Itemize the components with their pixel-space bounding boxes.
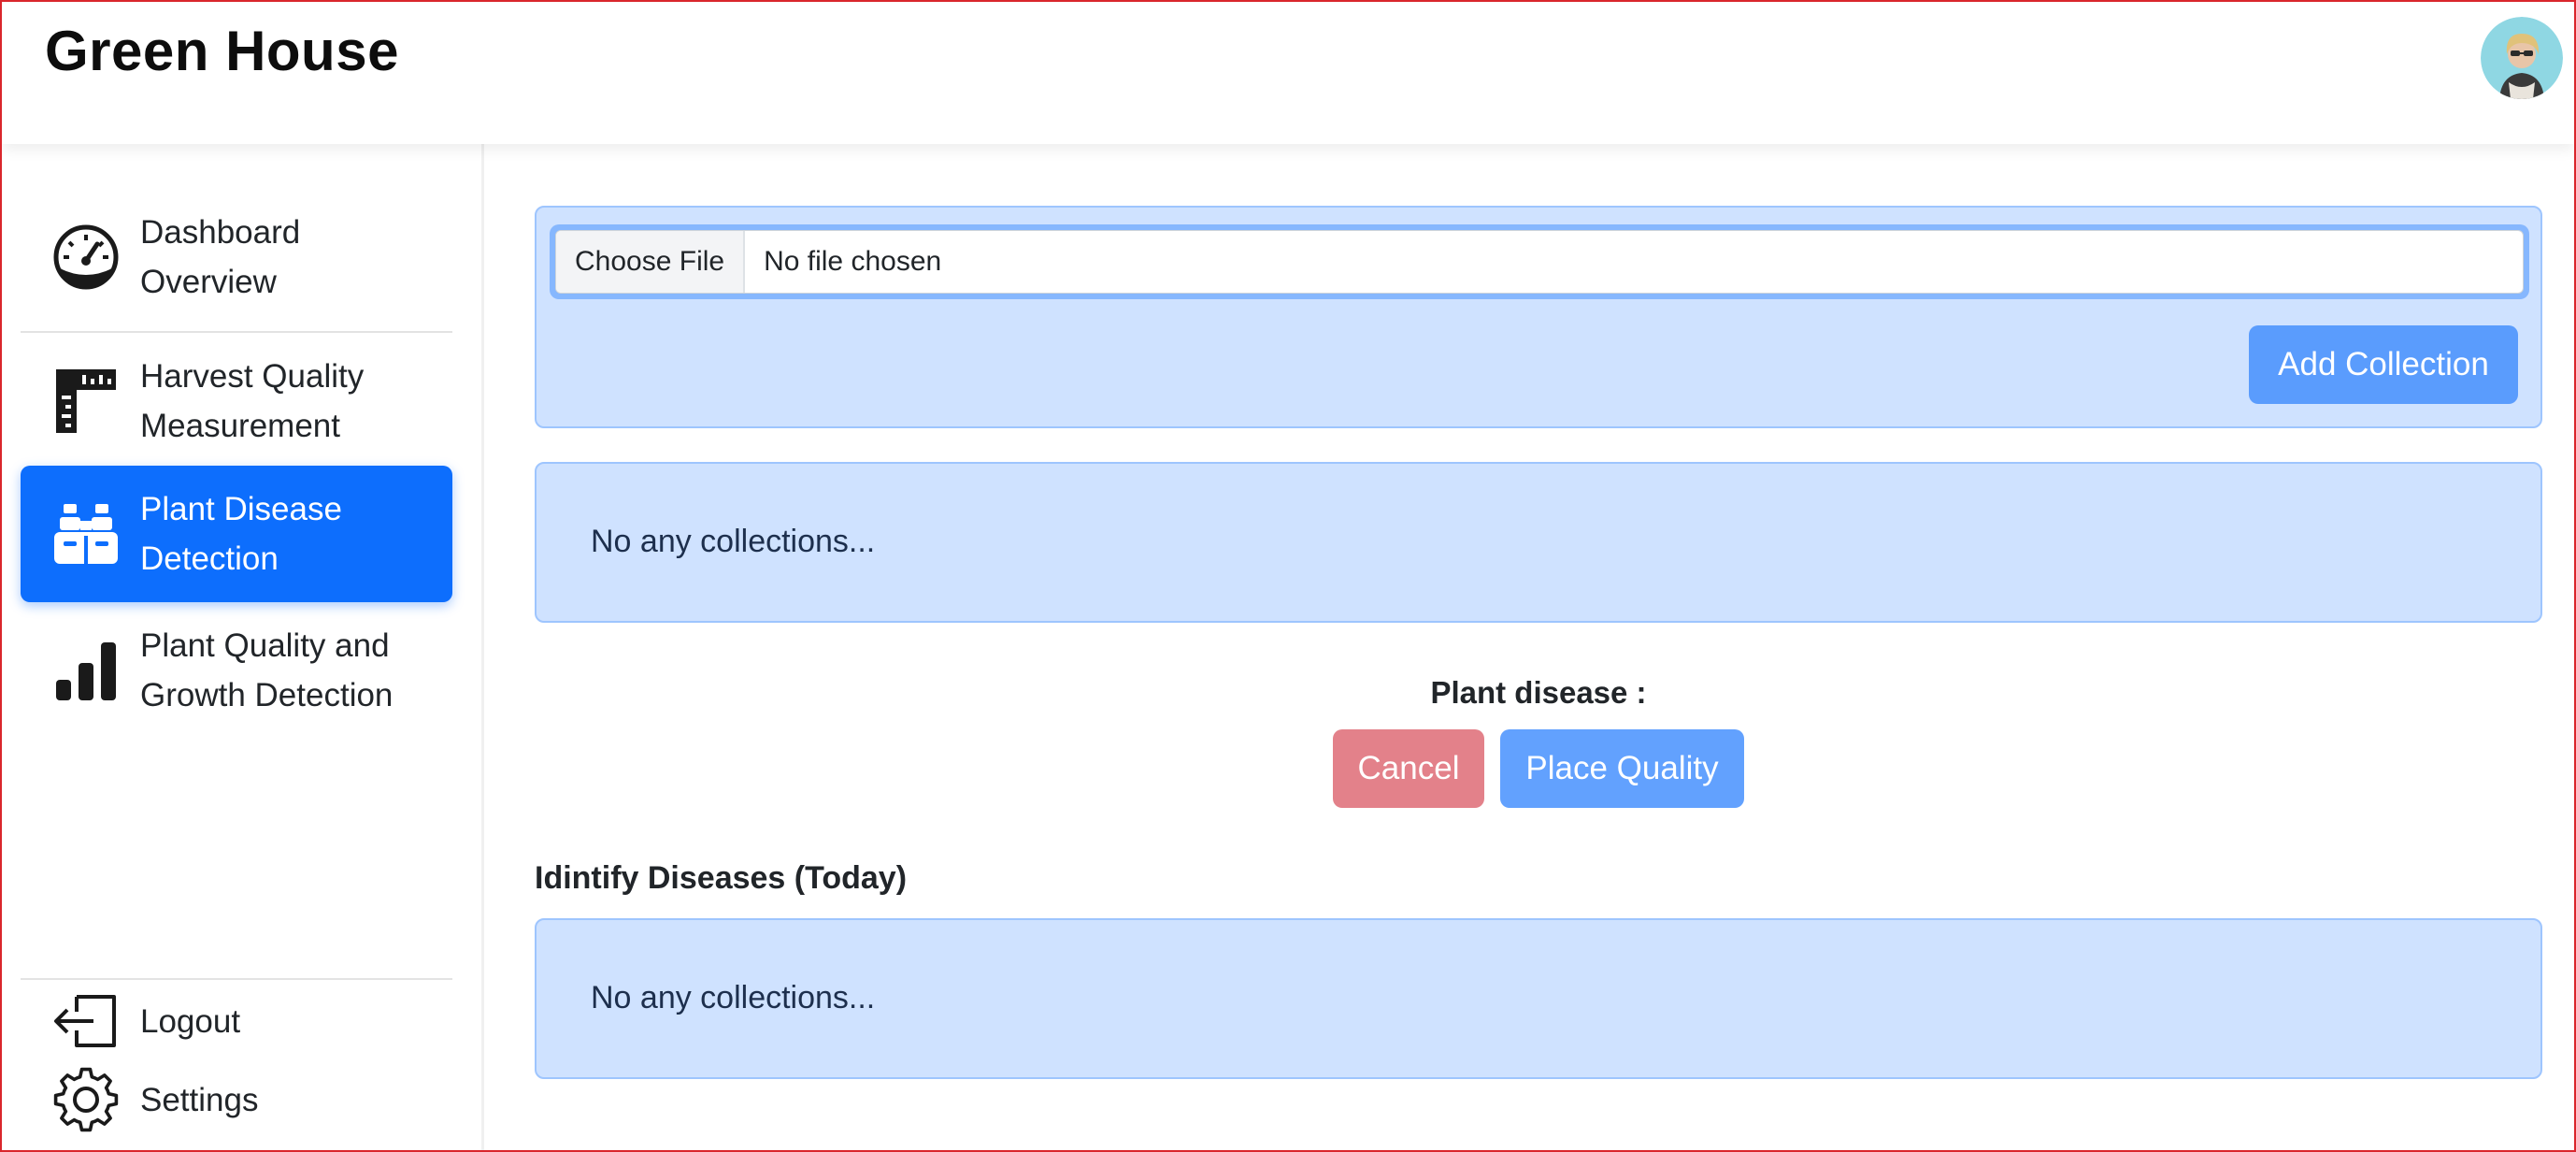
today-section-title: Idintify Diseases (Today) bbox=[535, 860, 908, 896]
user-avatar[interactable] bbox=[2481, 17, 2563, 99]
file-input[interactable]: Choose File No file chosen bbox=[555, 230, 2524, 294]
avatar-image bbox=[2481, 17, 2563, 99]
cancel-button[interactable]: Cancel bbox=[1333, 729, 1484, 808]
gear-icon bbox=[50, 1064, 122, 1135]
today-collections-card: No any collections... bbox=[535, 918, 2542, 1079]
sidebar: Dashboard Overview Harvest Quality Measu… bbox=[2, 144, 484, 1150]
sidebar-item-label: Harvest Quality Measurement bbox=[140, 358, 365, 444]
plant-disease-label: Plant disease : bbox=[1430, 675, 1647, 710]
sidebar-divider bbox=[21, 978, 452, 980]
binoculars-icon bbox=[50, 498, 122, 569]
app-title: Green House bbox=[45, 20, 399, 82]
sidebar-item-label: Plant Disease Detection bbox=[140, 491, 342, 577]
file-status-text: No file chosen bbox=[764, 246, 942, 277]
sidebar-item-harvest-quality[interactable]: Harvest Quality Measurement bbox=[21, 333, 452, 469]
speedometer-icon bbox=[50, 222, 122, 293]
settings-button[interactable]: Settings bbox=[21, 1047, 452, 1150]
sidebar-item-dashboard-overview[interactable]: Dashboard Overview bbox=[21, 189, 452, 325]
today-empty-text: No any collections... bbox=[591, 980, 876, 1015]
upload-card: Choose File No file chosen Add Collectio… bbox=[535, 206, 2542, 428]
file-input-wrapper: Choose File No file chosen bbox=[550, 224, 2529, 299]
add-collection-button[interactable]: Add Collection bbox=[2249, 325, 2518, 404]
collections-card: No any collections... bbox=[535, 462, 2542, 623]
collections-empty-text: No any collections... bbox=[591, 524, 876, 559]
app-frame: Green House Dashboard Overview Harvest Q… bbox=[0, 0, 2576, 1152]
sidebar-item-label: Dashboard Overview bbox=[140, 214, 301, 300]
choose-file-button[interactable]: Choose File bbox=[556, 231, 746, 293]
sidebar-item-plant-quality-growth[interactable]: Plant Quality and Growth Detection bbox=[21, 602, 452, 739]
logout-label: Logout bbox=[140, 1002, 241, 1040]
sidebar-item-plant-disease-detection[interactable]: Plant Disease Detection bbox=[21, 466, 452, 602]
logout-icon bbox=[50, 986, 122, 1057]
ruler-icon bbox=[50, 366, 122, 437]
top-header: Green House bbox=[2, 2, 2574, 144]
settings-label: Settings bbox=[140, 1081, 259, 1118]
place-quality-button[interactable]: Place Quality bbox=[1500, 729, 1744, 808]
bar-chart-icon bbox=[50, 635, 122, 706]
sidebar-item-label: Plant Quality and Growth Detection bbox=[140, 627, 394, 713]
